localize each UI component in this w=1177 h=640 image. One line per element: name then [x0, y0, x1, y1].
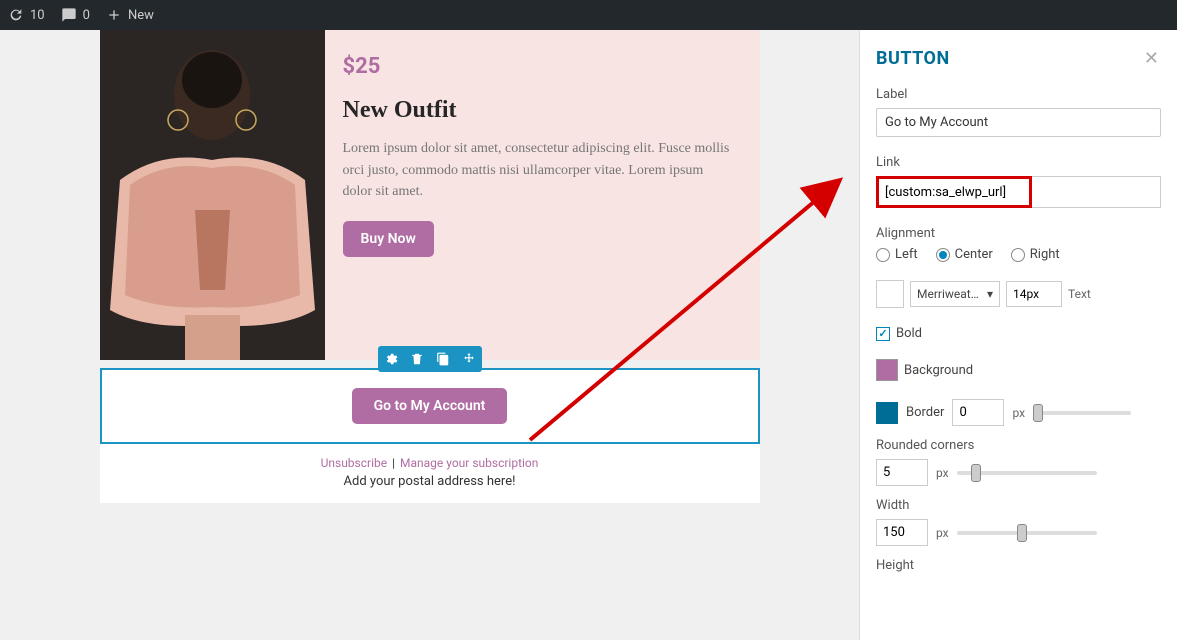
border-color-swatch[interactable]	[876, 402, 898, 424]
width-input[interactable]	[876, 519, 928, 546]
footer-links: Unsubscribe | Manage your subscription	[100, 444, 760, 474]
refresh-icon	[8, 7, 24, 23]
sidebar-title: BUTTON	[876, 48, 1161, 69]
comments-count: 0	[83, 8, 90, 23]
product-section: $25 New Outfit Lorem ipsum dolor sit ame…	[100, 30, 760, 360]
email-block: $25 New Outfit Lorem ipsum dolor sit ame…	[100, 30, 760, 360]
link-input-extension[interactable]	[1032, 176, 1161, 208]
close-icon[interactable]: ✕	[1144, 48, 1159, 69]
button-row-inner: Go to My Account	[100, 368, 760, 444]
align-left-label: Left	[895, 247, 918, 262]
clone-icon[interactable]	[430, 346, 456, 372]
radio-icon	[1011, 248, 1025, 262]
product-image	[100, 30, 325, 360]
link-field-label: Link	[876, 155, 1161, 170]
move-icon[interactable]	[456, 346, 482, 372]
link-input[interactable]	[876, 176, 1032, 208]
button-row-selected[interactable]: Go to My Account	[100, 368, 760, 444]
buy-button[interactable]: Buy Now	[343, 221, 434, 257]
background-color-swatch[interactable]	[876, 359, 898, 381]
label-input[interactable]	[876, 108, 1161, 137]
radio-icon	[876, 248, 890, 262]
unsubscribe-link[interactable]: Unsubscribe	[321, 456, 388, 470]
width-slider[interactable]	[957, 531, 1097, 535]
checkbox-icon	[876, 327, 890, 341]
font-family-value: Merriweat…	[917, 287, 979, 301]
rounded-slider[interactable]	[957, 471, 1097, 475]
border-input[interactable]	[952, 399, 1004, 426]
comment-icon	[61, 7, 77, 23]
border-slider[interactable]	[1033, 411, 1131, 415]
rounded-unit-label: px	[936, 466, 949, 480]
manage-subscription-link[interactable]: Manage your subscription	[400, 456, 538, 470]
rounded-label: Rounded corners	[876, 438, 1161, 453]
label-field-label: Label	[876, 87, 1161, 102]
chevron-down-icon: ▾	[987, 287, 993, 301]
footer-separator: |	[392, 456, 395, 470]
width-label: Width	[876, 498, 1161, 513]
height-label: Height	[876, 558, 1161, 573]
align-center-label: Center	[955, 247, 993, 262]
align-right-radio[interactable]: Right	[1011, 247, 1060, 262]
font-family-select[interactable]: Merriweat… ▾	[910, 281, 1000, 307]
rounded-input[interactable]	[876, 459, 928, 486]
email-footer: Unsubscribe | Manage your subscription A…	[100, 444, 760, 503]
border-unit-label: px	[1012, 406, 1025, 420]
account-button[interactable]: Go to My Account	[352, 388, 508, 424]
product-price: $25	[343, 54, 734, 79]
comments-item[interactable]: 0	[61, 7, 90, 23]
admin-topbar: 10 0 New	[0, 0, 1177, 30]
bold-checkbox-row[interactable]: Bold	[876, 326, 1161, 341]
font-size-input[interactable]	[1006, 281, 1062, 307]
new-label: New	[128, 8, 154, 23]
settings-icon[interactable]	[378, 346, 404, 372]
new-item[interactable]: New	[106, 7, 154, 23]
text-label: Text	[1068, 287, 1091, 301]
canvas-area: $25 New Outfit Lorem ipsum dolor sit ame…	[0, 30, 859, 640]
settings-sidebar: BUTTON ✕ Label Link Alignment Left	[859, 30, 1177, 640]
product-text: $25 New Outfit Lorem ipsum dolor sit ame…	[325, 30, 760, 360]
product-description: Lorem ipsum dolor sit amet, consectetur …	[343, 138, 734, 203]
alignment-label: Alignment	[876, 226, 1161, 241]
plus-icon	[106, 7, 122, 23]
bold-label: Bold	[896, 326, 922, 341]
radio-icon	[936, 248, 950, 262]
width-unit-label: px	[936, 526, 949, 540]
align-right-label: Right	[1030, 247, 1060, 262]
border-label: Border	[906, 405, 944, 420]
align-left-radio[interactable]: Left	[876, 247, 918, 262]
refresh-item[interactable]: 10	[8, 7, 45, 23]
background-label: Background	[904, 363, 973, 378]
trash-icon[interactable]	[404, 346, 430, 372]
refresh-count: 10	[30, 8, 45, 23]
block-toolbar	[378, 346, 482, 372]
product-title: New Outfit	[343, 97, 734, 124]
align-center-radio[interactable]: Center	[936, 247, 993, 262]
text-color-swatch[interactable]	[876, 280, 904, 308]
postal-address: Add your postal address here!	[100, 474, 760, 503]
